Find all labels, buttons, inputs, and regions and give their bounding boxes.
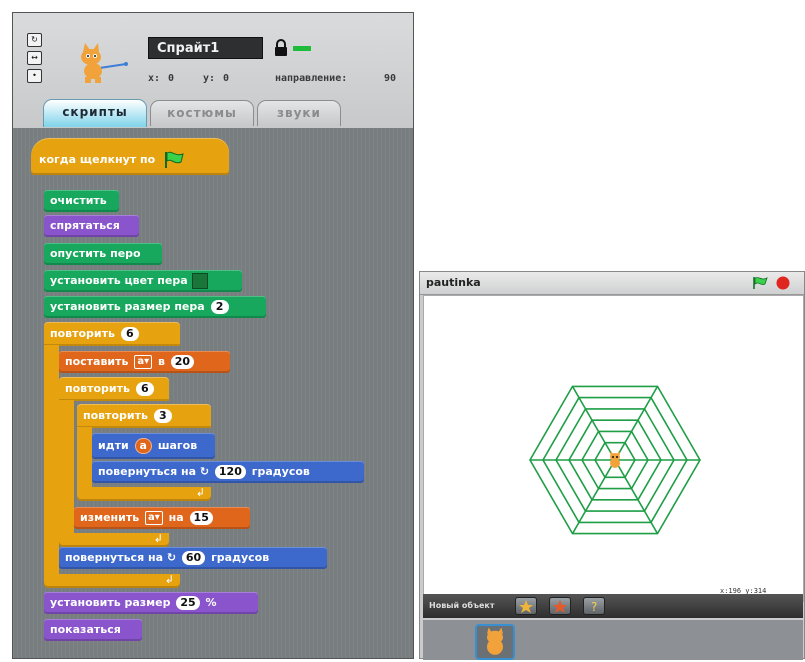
cat-thumbnail [487, 627, 503, 655]
repeat-mid-block[interactable]: повторить 6 [59, 377, 169, 401]
repeat-mid-end: ↲ [59, 533, 169, 547]
sprite-thumbnail [81, 43, 128, 83]
show-block[interactable]: показаться [44, 619, 142, 641]
random-sprite-icon: ? [591, 600, 597, 614]
turn-120-block[interactable]: повернуться на ↻ 120 градусов [92, 461, 364, 483]
turn-right-icon: ↻ [199, 465, 210, 478]
set-pen-color-label: установить цвет пера [50, 274, 188, 287]
repeat-mid-label: повторить [65, 382, 130, 395]
repeat-mid-arm [59, 400, 74, 540]
move-block[interactable]: идти a шагов [92, 433, 215, 459]
tab-sounds[interactable]: звуки [257, 100, 341, 126]
new-object-label: Новый объект [429, 601, 495, 610]
cat-sprite[interactable] [605, 450, 625, 470]
turn-120-input[interactable]: 120 [214, 465, 246, 479]
tab-scripts[interactable]: скрипты [43, 99, 147, 127]
sprite-list-item[interactable] [475, 624, 515, 660]
sprite-toolbar: Новый объект ? [423, 594, 803, 618]
turn-120-label: повернуться на [98, 465, 196, 478]
clear-block[interactable]: очистить [44, 190, 119, 212]
pen-color-swatch[interactable] [191, 273, 208, 289]
project-title: pautinka [426, 276, 481, 289]
change-var-label: изменить [80, 511, 140, 524]
turn-60-suffix: градусов [211, 551, 270, 564]
change-var-dropdown[interactable]: a▾ [145, 511, 163, 525]
y-coord-value: 0 [223, 73, 230, 84]
sprite-list [423, 620, 803, 660]
stage-titlebar: pautinka [420, 272, 804, 295]
set-var-label: поставить [65, 355, 129, 368]
when-flag-label: когда щелкнут по [39, 153, 156, 166]
set-var-block[interactable]: поставить a▾ в 20 [59, 351, 230, 373]
random-sprite-button[interactable]: ? [583, 597, 605, 615]
turn-60-label: повернуться на [65, 551, 163, 564]
y-coord-label: y: [203, 73, 216, 84]
set-size-suffix: % [205, 596, 217, 609]
move-var-reporter[interactable]: a [134, 438, 152, 454]
turn-right-icon: ↻ [166, 551, 177, 564]
repeat-inner-label: повторить [83, 409, 148, 422]
repeat-outer-arm [44, 345, 59, 580]
tab-costumes[interactable]: костюмы [150, 100, 254, 126]
green-flag-icon[interactable] [752, 276, 768, 290]
spider-web-drawing [529, 385, 701, 535]
hide-block[interactable]: спрятаться [44, 215, 139, 237]
set-var-to-label: в [157, 355, 165, 368]
set-pen-color-block[interactable]: установить цвет пера [44, 270, 242, 292]
rotate-style-button[interactable]: ↻ [27, 33, 42, 47]
x-coord-value: 0 [168, 73, 175, 84]
repeat-mid-count[interactable]: 6 [135, 382, 154, 396]
repeat-inner-count[interactable]: 3 [153, 409, 172, 423]
repeat-outer-end: ↲ [44, 574, 180, 588]
set-size-block[interactable]: установить размер 25 % [44, 592, 258, 614]
repeat-outer-block[interactable]: повторить 6 [44, 322, 180, 346]
change-var-by-label: на [168, 511, 184, 524]
paint-new-sprite-button[interactable] [515, 597, 537, 615]
sprite-name-field[interactable]: Спрайт1 [148, 37, 263, 59]
green-flag-icon [165, 151, 184, 168]
stage-window: pautinka x:196 y:314 Новый объект ? [419, 271, 805, 660]
stage-canvas[interactable] [423, 295, 804, 602]
direction-value: 90 [384, 73, 397, 84]
turn-60-input[interactable]: 60 [181, 551, 206, 565]
repeat-inner-end: ↲ [77, 487, 211, 501]
pen-size-input[interactable]: 2 [210, 300, 229, 314]
repeat-outer-count[interactable]: 6 [120, 327, 139, 341]
set-pen-size-label: установить размер пера [50, 300, 205, 313]
left-right-style-button[interactable]: ↔ [27, 51, 42, 65]
change-var-value-input[interactable]: 15 [189, 511, 213, 525]
change-var-block[interactable]: изменить a▾ на 15 [74, 507, 250, 529]
lock-icon[interactable] [274, 39, 288, 57]
move-suffix-label: шагов [157, 439, 198, 452]
set-pen-size-block[interactable]: установить размер пера 2 [44, 296, 266, 318]
turn-60-block[interactable]: повернуться на ↻ 60 градусов [59, 547, 327, 569]
turn-120-suffix: градусов [251, 465, 310, 478]
pen-down-block[interactable]: опустить перо [44, 243, 162, 265]
repeat-inner-block[interactable]: повторить 3 [77, 404, 211, 428]
x-coord-label: x: [148, 73, 161, 84]
when-flag-clicked-block[interactable]: когда щелкнут по [31, 138, 229, 175]
choose-sprite-file-button[interactable] [549, 597, 571, 615]
move-label: идти [98, 439, 129, 452]
set-size-label: установить размер [50, 596, 171, 609]
pen-color-indicator [293, 46, 311, 51]
folder-sprite-icon [553, 600, 567, 613]
set-var-dropdown[interactable]: a▾ [134, 355, 153, 369]
set-size-input[interactable]: 25 [176, 596, 200, 610]
stop-icon[interactable] [775, 275, 791, 291]
svg-text:?: ? [591, 600, 597, 614]
set-var-value-input[interactable]: 20 [170, 355, 195, 369]
repeat-outer-label: повторить [50, 327, 115, 340]
paint-sprite-icon [519, 600, 533, 613]
direction-label: направление: [275, 73, 348, 84]
no-rotate-style-button[interactable]: • [27, 69, 42, 83]
sprite-info-header: ↻ ↔ • Спрайт1 x: 0 y: 0 направление: 90 … [13, 13, 413, 129]
